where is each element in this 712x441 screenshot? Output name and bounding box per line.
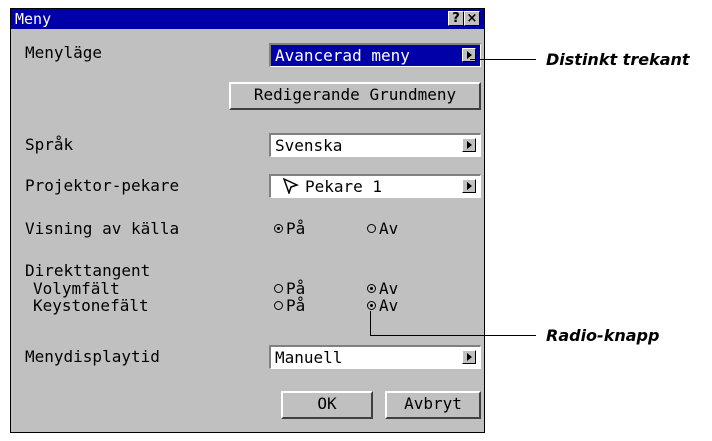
- language-label: Språk: [25, 135, 74, 154]
- triangle-right-icon[interactable]: [462, 350, 476, 364]
- radio-empty-icon: [274, 301, 283, 310]
- radio-callout-label: Radio-knapp: [546, 326, 660, 345]
- keystone-bar-label: Keystonefält: [33, 296, 149, 315]
- radio-label: Av: [379, 296, 399, 315]
- triangle-right-icon[interactable]: [462, 138, 476, 152]
- menu-dialog: Meny ? × Menyläge Avancerad meny Rediger…: [10, 8, 485, 433]
- radio-callout-line-vertical: [370, 311, 371, 336]
- radio-label: På: [286, 219, 306, 238]
- display-time-label: Menydisplaytid: [25, 347, 160, 366]
- help-button[interactable]: ?: [448, 11, 464, 26]
- ok-button[interactable]: OK: [281, 391, 373, 419]
- language-value: Svenska: [275, 136, 343, 155]
- source-display-off-radio[interactable]: Av: [367, 220, 398, 238]
- menu-mode-value: Avancerad meny: [275, 46, 410, 65]
- cancel-button[interactable]: Avbryt: [385, 391, 481, 419]
- triangle-callout-line: [470, 59, 536, 60]
- radio-empty-icon: [274, 284, 283, 293]
- language-dropdown[interactable]: Svenska: [269, 133, 481, 157]
- radio-callout-line-horizontal: [370, 335, 536, 336]
- mouse-pointer-icon: [283, 178, 299, 194]
- keystone-bar-off-radio[interactable]: Av: [367, 297, 398, 315]
- direct-key-heading: Direkttangent: [25, 261, 151, 280]
- source-display-on-radio[interactable]: På: [274, 220, 305, 238]
- triangle-callout-label: Distinkt trekant: [546, 50, 690, 69]
- display-time-value: Manuell: [275, 348, 343, 367]
- edit-basic-menu-button[interactable]: Redigerande Grundmeny: [229, 82, 481, 110]
- triangle-right-icon[interactable]: [462, 179, 476, 193]
- menu-mode-dropdown[interactable]: Avancerad meny: [269, 43, 481, 67]
- radio-label: Av: [379, 219, 399, 238]
- title-bar[interactable]: Meny ? ×: [11, 9, 484, 29]
- pointer-label: Projektor-pekare: [25, 176, 180, 195]
- radio-label: På: [286, 296, 306, 315]
- radio-selected-icon: [274, 224, 283, 233]
- source-display-label: Visning av källa: [25, 219, 180, 238]
- pointer-value-wrap: Pekare 1: [283, 178, 382, 196]
- pointer-dropdown[interactable]: Pekare 1: [269, 174, 481, 198]
- menu-mode-label: Menyläge: [25, 43, 103, 62]
- display-time-dropdown[interactable]: Manuell: [269, 345, 481, 369]
- radio-empty-icon: [367, 224, 376, 233]
- radio-selected-icon: [367, 284, 376, 293]
- keystone-bar-on-radio[interactable]: På: [274, 297, 305, 315]
- dialog-title: Meny: [15, 10, 52, 28]
- close-button[interactable]: ×: [464, 11, 480, 26]
- pointer-value: Pekare 1: [305, 177, 383, 196]
- radio-selected-icon: [367, 301, 376, 310]
